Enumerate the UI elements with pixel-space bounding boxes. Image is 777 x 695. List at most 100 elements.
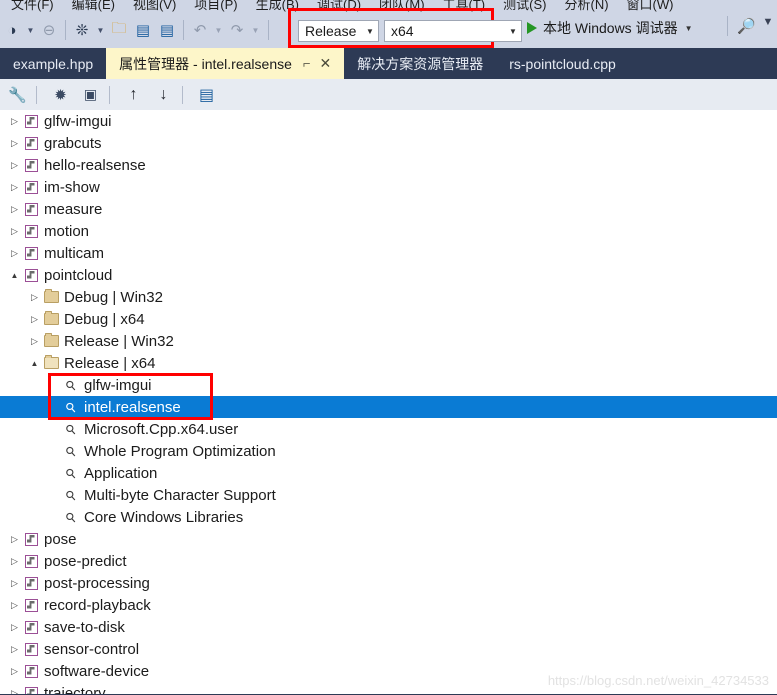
save-icon[interactable]: ▤ bbox=[131, 17, 155, 43]
expander-collapsed-icon[interactable]: ▷ bbox=[8, 220, 21, 242]
redo-caret-icon[interactable]: ▼ bbox=[249, 17, 262, 43]
expander-collapsed-icon[interactable]: ▷ bbox=[8, 616, 21, 638]
tree-row[interactable]: ⚲ glfw-imgui bbox=[0, 374, 777, 396]
save-all-icon[interactable]: ▤ bbox=[155, 17, 179, 43]
expander-collapsed-icon[interactable]: ▷ bbox=[8, 154, 21, 176]
add-new-project-property-sheet-icon[interactable]: ✹ bbox=[48, 83, 73, 107]
project-icon bbox=[21, 594, 41, 616]
tree-row[interactable]: ▷ grabcuts bbox=[0, 132, 777, 154]
folder-icon bbox=[41, 286, 61, 308]
document-tab-0[interactable]: example.hpp bbox=[0, 48, 106, 79]
expander-collapsed-icon[interactable]: ▷ bbox=[8, 198, 21, 220]
tree-row[interactable]: ▷ Debug | x64 bbox=[0, 308, 777, 330]
navigate-forward-icon[interactable]: ⊖ bbox=[37, 17, 61, 43]
tree-row[interactable]: ▷ software-device bbox=[0, 660, 777, 682]
document-tab-strip: example.hpp 属性管理器 - intel.realsense ⌐ ✕ 解决方案… bbox=[0, 48, 777, 79]
expander-collapsed-icon[interactable]: ▷ bbox=[28, 330, 41, 352]
tree-row[interactable]: ▷ im-show bbox=[0, 176, 777, 198]
expander-expanded-icon[interactable]: ▲ bbox=[28, 352, 41, 374]
chevron-down-icon[interactable]: ▼ bbox=[362, 27, 378, 36]
expander-collapsed-icon[interactable]: ▷ bbox=[8, 638, 21, 660]
chevron-down-icon[interactable]: ▼ bbox=[505, 27, 521, 36]
start-debugging-button[interactable]: 本地 Windows 调试器 ▼ bbox=[527, 16, 693, 40]
tree-row[interactable]: ▷ hello-realsense bbox=[0, 154, 777, 176]
pin-icon[interactable]: ⌐ bbox=[303, 56, 311, 71]
menu-item-0[interactable]: 文件(F) bbox=[2, 0, 63, 11]
expander-collapsed-icon[interactable]: ▷ bbox=[8, 660, 21, 682]
properties-icon[interactable]: 🔧 bbox=[5, 83, 30, 107]
expander-collapsed-icon[interactable]: ▷ bbox=[8, 572, 21, 594]
chevron-down-icon[interactable]: ▼ bbox=[685, 24, 693, 33]
expander-collapsed-icon[interactable]: ▷ bbox=[28, 308, 41, 330]
tree-row[interactable]: ⚲ Application bbox=[0, 462, 777, 484]
tree-row[interactable]: ▷ measure bbox=[0, 198, 777, 220]
menu-item-1[interactable]: 编辑(E) bbox=[63, 0, 124, 11]
tree-row-label: record-playback bbox=[44, 596, 151, 614]
menu-item-9[interactable]: 分析(N) bbox=[555, 0, 617, 11]
toolbar-overflow-icon[interactable]: ▼ bbox=[762, 17, 774, 28]
save-property-sheet-icon[interactable]: ▤ bbox=[194, 83, 219, 107]
property-manager-toolbar: 🔧 ✹ ▣ ↑ ↓ ▤ bbox=[0, 79, 777, 111]
tree-row[interactable]: ▲ pointcloud bbox=[0, 264, 777, 286]
navigate-backward-icon[interactable]: ◑ bbox=[0, 17, 24, 43]
open-file-icon[interactable]: 🗀 bbox=[107, 17, 131, 43]
new-item-icon[interactable]: ❊ bbox=[70, 17, 94, 43]
expander-collapsed-icon[interactable]: ▷ bbox=[28, 286, 41, 308]
expander-collapsed-icon[interactable]: ▷ bbox=[8, 594, 21, 616]
tree-row[interactable]: ▷ Debug | Win32 bbox=[0, 286, 777, 308]
tree-row[interactable]: ⚲ Microsoft.Cpp.x64.user bbox=[0, 418, 777, 440]
tree-row[interactable]: ⚲ Multi-byte Character Support bbox=[0, 484, 777, 506]
project-icon bbox=[21, 528, 41, 550]
tree-row[interactable]: ⚲ Whole Program Optimization bbox=[0, 440, 777, 462]
tree-row-label: sensor-control bbox=[44, 640, 140, 658]
tree-row-label: measure bbox=[44, 200, 103, 218]
tree-row[interactable]: ▷ record-playback bbox=[0, 594, 777, 616]
expander-none-icon bbox=[48, 506, 61, 528]
document-tab-3[interactable]: rs-pointcloud.cpp bbox=[496, 48, 629, 79]
menu-item-3[interactable]: 项目(P) bbox=[185, 0, 246, 11]
expander-collapsed-icon[interactable]: ▷ bbox=[8, 528, 21, 550]
tree-row[interactable]: ▷ post-processing bbox=[0, 572, 777, 594]
solution-configuration-combo[interactable]: Release ▼ bbox=[298, 20, 379, 42]
tree-row[interactable]: ▷ motion bbox=[0, 220, 777, 242]
expander-collapsed-icon[interactable]: ▷ bbox=[8, 132, 21, 154]
document-tab-1[interactable]: 属性管理器 - intel.realsense ⌐ ✕ bbox=[106, 48, 345, 79]
tree-row-selected[interactable]: ⚲ intel.realsense bbox=[0, 396, 777, 418]
expander-none-icon bbox=[48, 484, 61, 506]
search-icon[interactable]: 🔎 bbox=[737, 17, 756, 35]
solution-platform-combo[interactable]: x64 ▼ bbox=[384, 20, 522, 42]
expander-collapsed-icon[interactable]: ▷ bbox=[8, 242, 21, 264]
undo-caret-icon[interactable]: ▼ bbox=[212, 17, 225, 43]
wrench-icon: ⚲ bbox=[62, 420, 80, 438]
tree-row-label: Microsoft.Cpp.x64.user bbox=[84, 420, 239, 438]
tree-row-label: Multi-byte Character Support bbox=[84, 486, 276, 504]
move-down-icon[interactable]: ↓ bbox=[151, 83, 176, 107]
menu-item-2[interactable]: 视图(V) bbox=[124, 0, 185, 11]
tree-row[interactable]: ▲ Release | x64 bbox=[0, 352, 777, 374]
document-tab-2[interactable]: 解决方案资源管理器 bbox=[344, 48, 496, 79]
move-up-icon[interactable]: ↑ bbox=[121, 83, 146, 107]
wrench-icon: ⚲ bbox=[62, 464, 80, 482]
tree-row[interactable]: ▷ multicam bbox=[0, 242, 777, 264]
tree-row[interactable]: ▷ save-to-disk bbox=[0, 616, 777, 638]
expander-collapsed-icon[interactable]: ▷ bbox=[8, 550, 21, 572]
expander-collapsed-icon[interactable]: ▷ bbox=[8, 176, 21, 198]
tree-row[interactable]: ▷ Release | Win32 bbox=[0, 330, 777, 352]
tree-row[interactable]: ▷ pose bbox=[0, 528, 777, 550]
new-item-caret-icon[interactable]: ▼ bbox=[94, 17, 107, 43]
project-icon bbox=[21, 154, 41, 176]
close-icon[interactable]: ✕ bbox=[319, 55, 331, 72]
expander-collapsed-icon[interactable]: ▷ bbox=[8, 110, 21, 132]
expander-expanded-icon[interactable]: ▲ bbox=[8, 264, 21, 286]
tree-row[interactable]: ▷ glfw-imgui bbox=[0, 110, 777, 132]
tree-row[interactable]: ▷ pose-predict bbox=[0, 550, 777, 572]
tree-row[interactable]: ⚲ Core Windows Libraries bbox=[0, 506, 777, 528]
property-manager-tree[interactable]: ▷ glfw-imgui ▷ grabcuts ▷ hello-realsense ▷ im-… bbox=[0, 110, 777, 695]
redo-icon[interactable]: ↷ bbox=[225, 17, 249, 43]
menu-item-10[interactable]: 窗口(W) bbox=[618, 0, 683, 11]
add-existing-property-sheet-icon[interactable]: ▣ bbox=[78, 83, 103, 107]
menu-item-8[interactable]: 测试(S) bbox=[494, 0, 555, 11]
navigate-backward-caret-icon[interactable]: ▼ bbox=[24, 17, 37, 43]
undo-icon[interactable]: ↶ bbox=[188, 17, 212, 43]
tree-row[interactable]: ▷ sensor-control bbox=[0, 638, 777, 660]
